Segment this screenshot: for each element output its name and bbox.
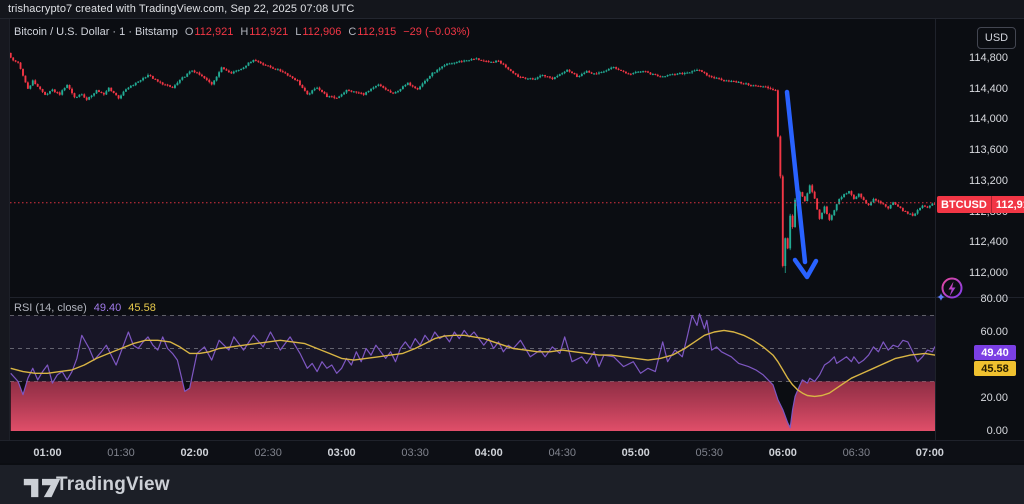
symbol-legend: Bitcoin / U.S. Dollar · 1 · Bitstamp O11…	[14, 26, 470, 38]
symbol-title: Bitcoin / U.S. Dollar · 1 · Bitstamp	[14, 26, 178, 38]
ohlc-high-label: H	[240, 26, 248, 38]
rsi-slow-axis-label: 45.58	[974, 361, 1016, 376]
arrow-annotation[interactable]	[787, 92, 816, 277]
rsi-tick-label: 0.00	[987, 425, 1008, 437]
price-label-divider	[991, 196, 992, 213]
price-tick-label: 112,400	[969, 236, 1008, 248]
tradingview-logo-icon[interactable]	[22, 476, 62, 500]
price-tick-label: 112,000	[969, 267, 1008, 279]
ohlc-low-value: 112,906	[302, 26, 341, 38]
ohlc-close-label: C	[348, 26, 356, 38]
rsi-legend-title: RSI (14, close)	[14, 302, 87, 314]
current-price-symbol: BTCUSD	[941, 199, 987, 211]
ohlc-open-value: 112,921	[194, 26, 233, 38]
lightning-bolt-icon	[949, 282, 956, 297]
rsi-slow-value: 45.58	[128, 302, 156, 314]
time-tick-label: 02:30	[254, 447, 282, 459]
attribution-bar: trishacrypto7 created with TradingView.c…	[0, 0, 1024, 19]
current-price-value: 112,915	[996, 199, 1024, 211]
logo-seven-shape	[42, 479, 60, 497]
time-tick-label: 01:30	[107, 447, 135, 459]
rsi-tick-label: 60.00	[980, 326, 1008, 338]
time-tick-label: 06:30	[843, 447, 871, 459]
price-axis[interactable]: USD 114,800 114,400 114,000 113,600 113,200 1…	[936, 19, 1024, 462]
tradingview-wordmark[interactable]: TradingView	[56, 474, 170, 496]
time-tick-label: 04:30	[548, 447, 576, 459]
left-toolbar-strip	[0, 19, 10, 440]
ohlc-low-label: L	[295, 26, 301, 38]
price-tick-label: 113,600	[969, 144, 1008, 156]
price-tick-label: 113,200	[969, 175, 1008, 187]
current-price-label: BTCUSD 112,915	[937, 196, 1024, 213]
footer-bar: TradingView	[0, 465, 1024, 504]
ohlc-close-value: 112,915	[357, 26, 396, 38]
time-tick-label: 03:30	[401, 447, 429, 459]
time-tick-label: 07:00	[916, 447, 944, 459]
time-tick-label: 04:00	[475, 447, 503, 459]
time-tick-label: 03:00	[328, 447, 356, 459]
change-value: −29 (−0.03%)	[403, 26, 470, 38]
ohlc-open-label: O	[185, 26, 194, 38]
time-tick-label: 01:00	[33, 447, 61, 459]
time-tick-label: 05:30	[696, 447, 724, 459]
time-axis[interactable]: 01:00 01:30 02:00 02:30 03:00 03:30 04:00 04:30…	[0, 440, 1024, 463]
time-tick-label: 06:00	[769, 447, 797, 459]
rsi-layer	[10, 314, 937, 431]
ohlc-high-value: 112,921	[249, 26, 288, 38]
chart-canvas[interactable]	[0, 0, 1024, 504]
rsi-tick-label: 80.00	[980, 293, 1008, 305]
price-tick-label: 114,400	[969, 83, 1008, 95]
rsi-fast-axis-label: 49.40	[974, 345, 1016, 360]
candles-layer	[10, 53, 938, 273]
price-tick-label: 114,800	[969, 52, 1008, 64]
rsi-legend: RSI (14, close) 49.40 45.58	[14, 302, 156, 314]
rsi-tick-label: 20.00	[980, 392, 1008, 404]
time-tick-label: 02:00	[180, 447, 208, 459]
rsi-fast-value: 49.40	[94, 302, 122, 314]
attribution-text: trishacrypto7 created with TradingView.c…	[8, 3, 354, 15]
tradingview-snapshot: trishacrypto7 created with TradingView.c…	[0, 0, 1024, 504]
boost-flash-icon[interactable]	[936, 274, 966, 306]
currency-button[interactable]: USD	[977, 27, 1016, 49]
time-tick-label: 05:00	[622, 447, 650, 459]
logo-one-shape	[24, 479, 39, 497]
price-tick-label: 114,000	[969, 113, 1008, 125]
